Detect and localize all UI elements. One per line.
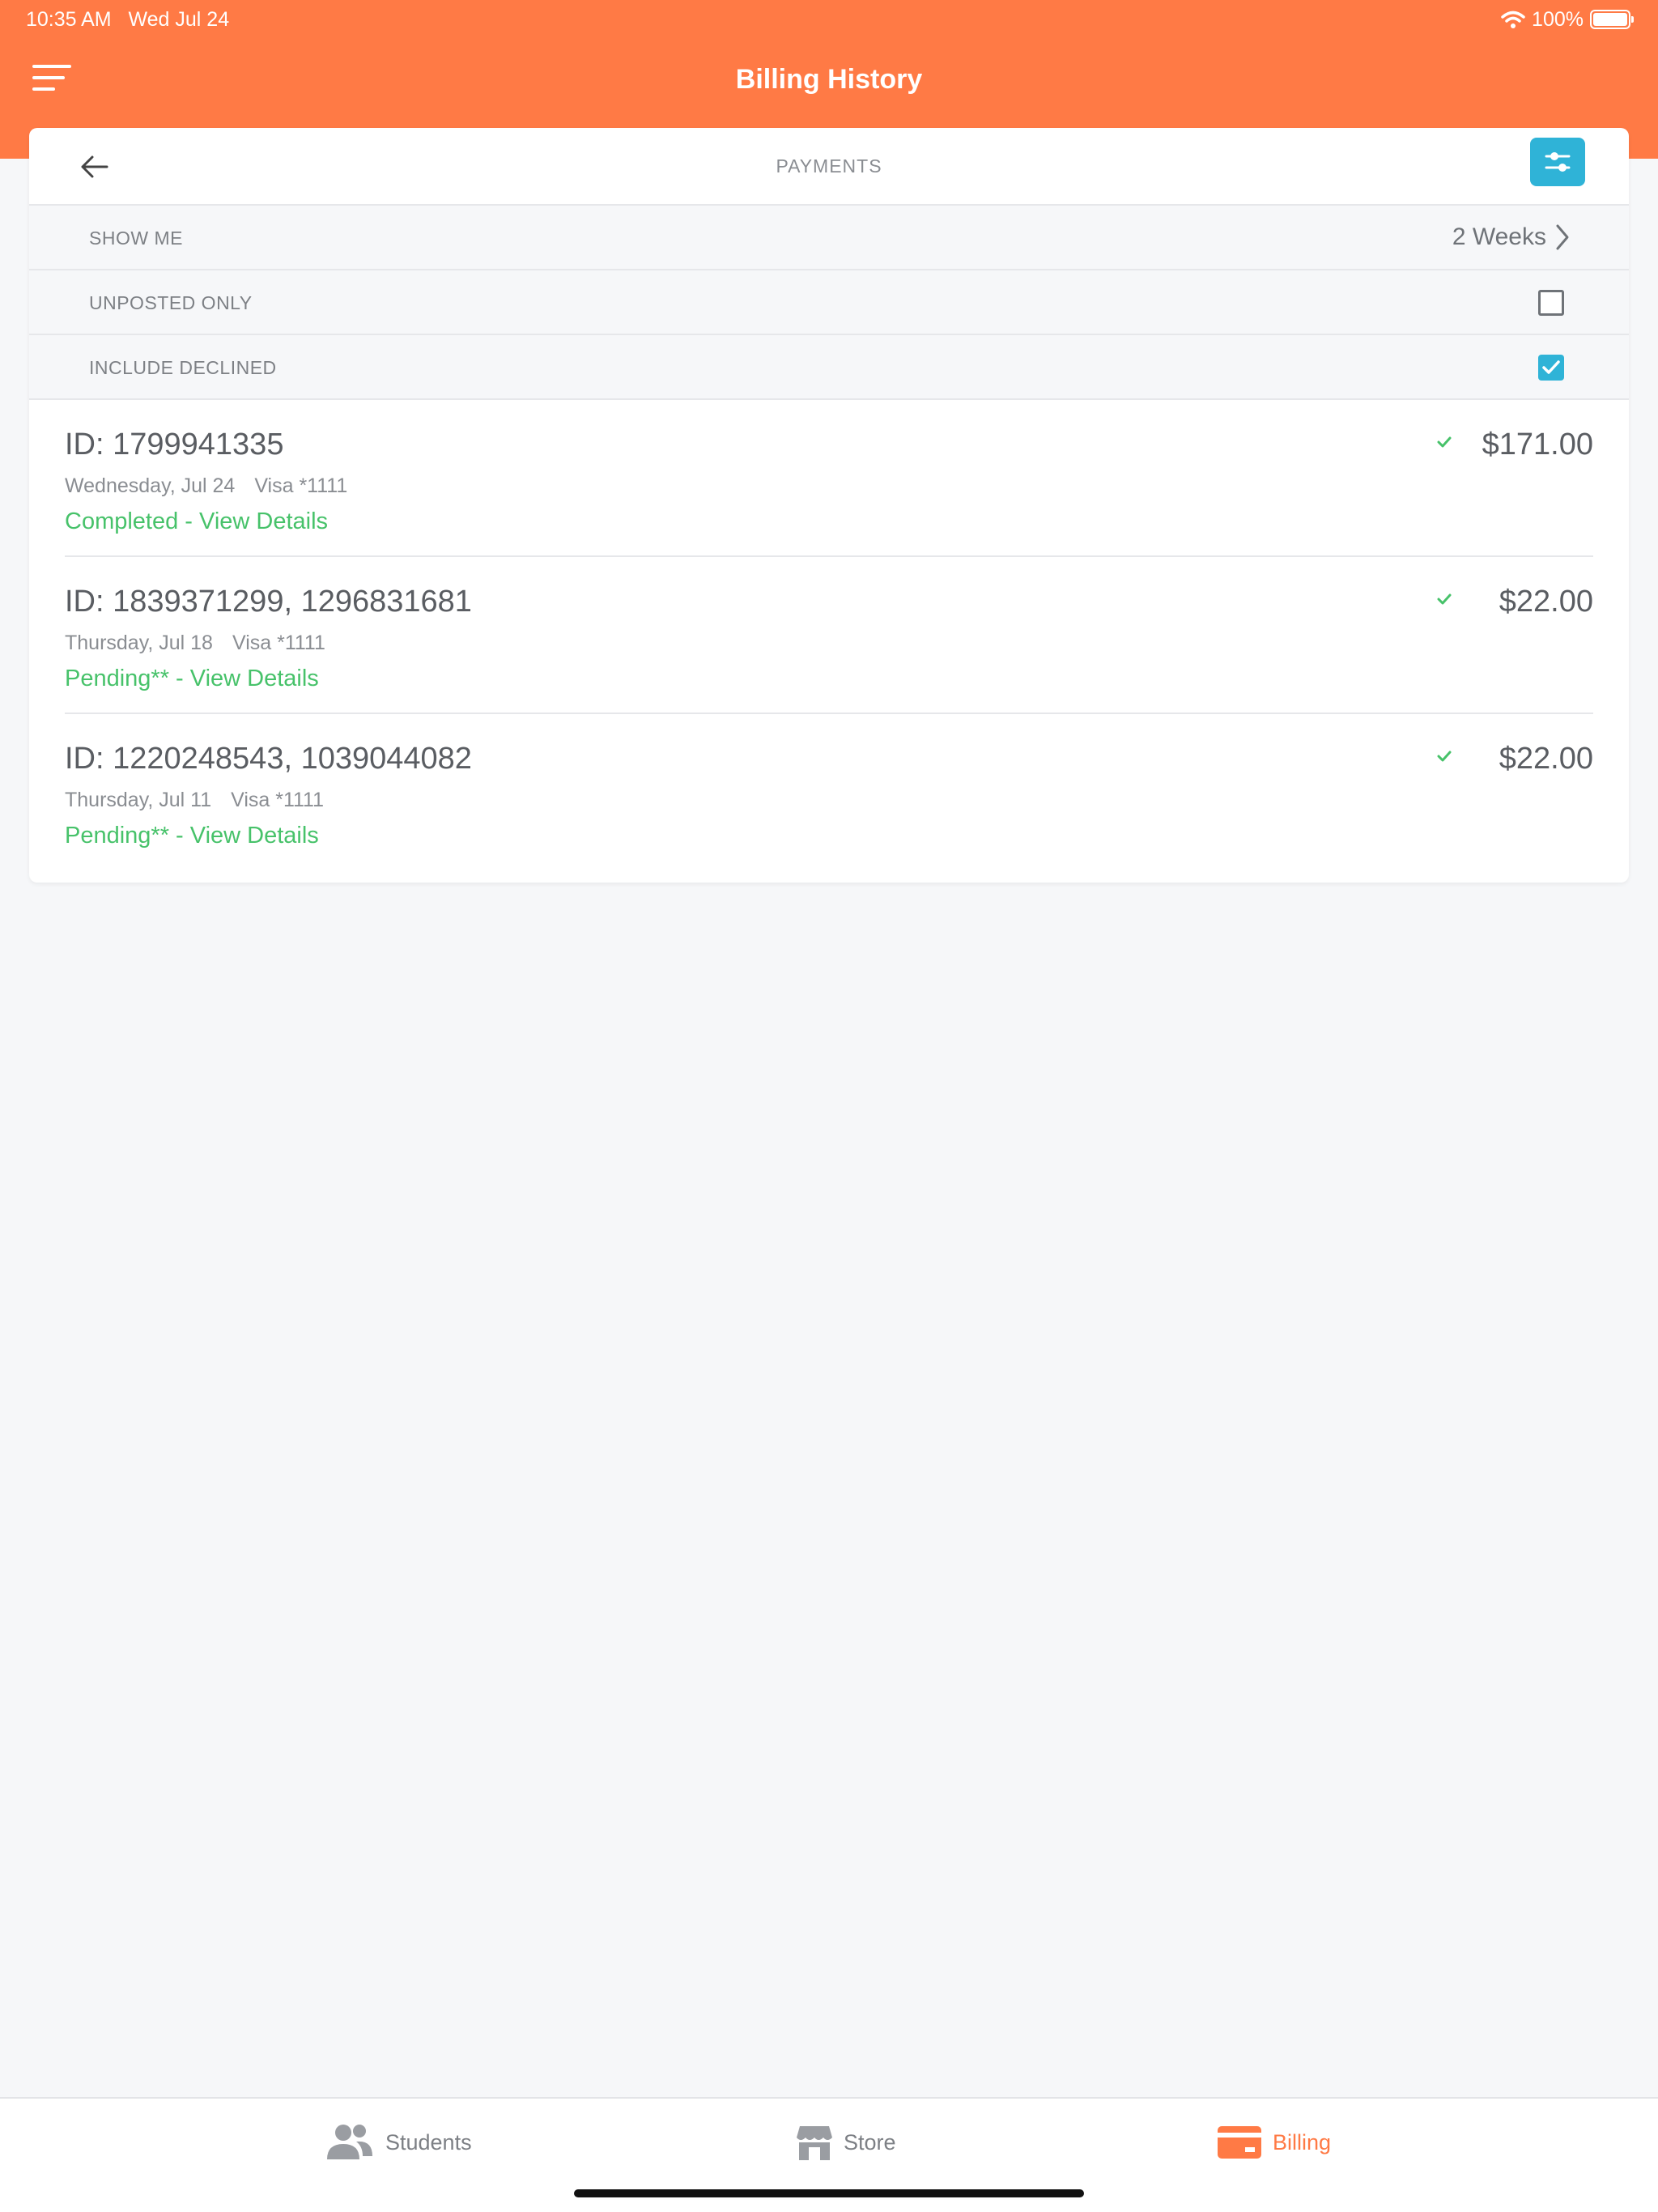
payment-date: Thursday, Jul 11 (65, 789, 212, 811)
payment-id: ID: 1839371299, 1296831681 (65, 585, 472, 619)
payment-amount: $22.00 (1499, 585, 1593, 619)
payment-status-link[interactable]: Pending** - View Details (65, 664, 319, 693)
store-icon (797, 2126, 832, 2160)
payment-meta: Thursday, Jul 11 Visa *1111 (65, 787, 324, 813)
unposted-only-checkbox[interactable] (1538, 290, 1564, 316)
battery-percent: 100% (1532, 8, 1584, 31)
students-icon (327, 2125, 372, 2159)
tab-billing-label: Billing (1273, 2129, 1332, 2155)
option-show-me[interactable]: SHOW ME 2 Weeks (29, 206, 1629, 270)
unposted-only-label: UNPOSTED ONLY (89, 292, 253, 313)
payment-amount: $22.00 (1499, 742, 1593, 776)
option-include-declined[interactable]: INCLUDE DECLINED (29, 335, 1629, 400)
payment-meta: Wednesday, Jul 24 Visa *1111 (65, 473, 347, 499)
tab-billing[interactable]: Billing (1218, 2120, 1331, 2165)
include-declined-checkbox[interactable] (1538, 355, 1564, 381)
payment-status-link[interactable]: Pending** - View Details (65, 821, 319, 850)
status-indicators: 100% (1501, 7, 1634, 32)
show-me-label: SHOW ME (89, 228, 183, 249)
option-unposted-only[interactable]: UNPOSTED ONLY (29, 270, 1629, 335)
payment-row[interactable]: ID: 1839371299, 1296831681 Thursday, Jul… (29, 557, 1629, 714)
tab-store[interactable]: Store (797, 2120, 896, 2165)
payment-amount: $171.00 (1482, 428, 1593, 462)
status-date: Wed Jul 24 (128, 8, 230, 31)
chevron-right-icon (1556, 224, 1569, 250)
payment-card: Visa *1111 (231, 789, 325, 811)
wifi-icon (1501, 11, 1525, 28)
status-clock: 10:35 AM (26, 8, 112, 31)
card-title: PAYMENTS (776, 155, 882, 177)
filter-button[interactable] (1530, 138, 1585, 186)
payment-date: Thursday, Jul 18 (65, 632, 213, 654)
payment-meta: Thursday, Jul 18 Visa *1111 (65, 630, 325, 656)
include-declined-label: INCLUDE DECLINED (89, 357, 277, 378)
show-me-selected: 2 Weeks (1452, 223, 1546, 250)
payment-id: ID: 1220248543, 1039044082 (65, 742, 472, 776)
payment-row[interactable]: ID: 1799941335 Wednesday, Jul 24 Visa *11… (29, 400, 1629, 557)
payment-date: Wednesday, Jul 24 (65, 474, 236, 497)
card-header: PAYMENTS (29, 128, 1629, 206)
checkmark-icon (1542, 360, 1560, 374)
show-me-value[interactable]: 2 Weeks (1452, 222, 1571, 253)
payment-id: ID: 1799941335 (65, 428, 284, 462)
billing-card-icon (1218, 2126, 1261, 2159)
payment-row[interactable]: ID: 1220248543, 1039044082 Thursday, Jul… (29, 714, 1629, 871)
payment-card: Visa *1111 (254, 474, 348, 497)
status-time: 10:35 AM Wed Jul 24 (26, 7, 229, 32)
tab-store-label: Store (844, 2129, 896, 2155)
sliders-icon (1545, 152, 1571, 172)
success-check-icon (1437, 593, 1452, 605)
home-indicator (574, 2189, 1084, 2197)
battery-icon (1590, 10, 1634, 29)
success-check-icon (1437, 436, 1452, 448)
payment-status-link[interactable]: Completed - View Details (65, 507, 328, 536)
payment-card: Visa *1111 (232, 632, 325, 654)
success-check-icon (1437, 751, 1452, 762)
payments-card: PAYMENTS SHOW ME 2 Weeks UNPOSTED ONLY I… (29, 128, 1629, 883)
tab-students-label: Students (385, 2129, 472, 2155)
tab-students[interactable]: Students (325, 2120, 472, 2165)
page-title: Billing History (735, 64, 923, 95)
